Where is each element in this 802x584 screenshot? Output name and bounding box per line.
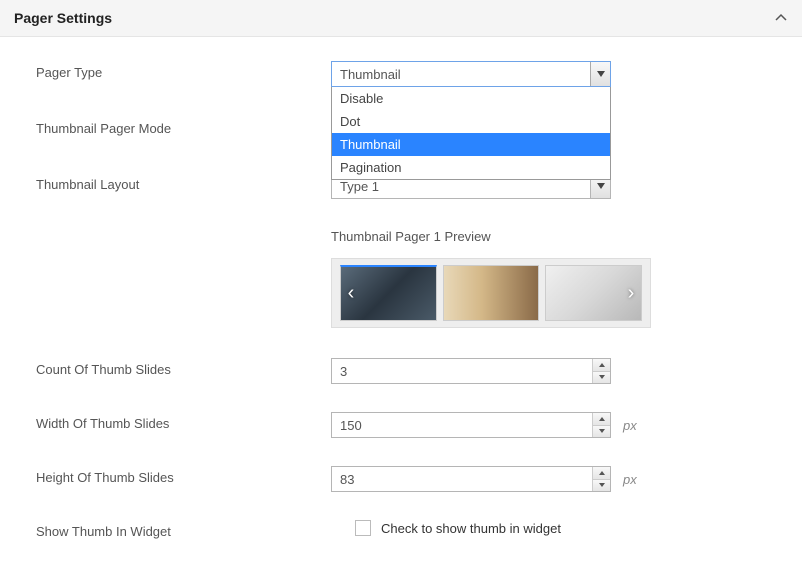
dropdown-toggle-icon[interactable] (590, 62, 610, 86)
panel-title: Pager Settings (14, 10, 112, 26)
row-count: Count Of Thumb Slides (36, 358, 766, 384)
row-preview: Thumbnail Pager 1 Preview ‹ › (36, 229, 766, 328)
row-pager-type: Pager Type Thumbnail Disable Dot Thumbna… (36, 61, 766, 87)
count-spinner (592, 359, 610, 383)
show-widget-checkbox[interactable] (355, 520, 371, 536)
height-input-wrap (331, 466, 611, 492)
pager-type-option-pagination[interactable]: Pagination (332, 156, 610, 179)
width-spin-up[interactable] (593, 413, 610, 426)
chevron-up-icon[interactable] (774, 11, 788, 25)
carousel-next-icon[interactable]: › (622, 280, 640, 306)
label-pager-type: Pager Type (36, 61, 331, 80)
show-widget-text: Check to show thumb in widget (381, 521, 561, 536)
preview-title: Thumbnail Pager 1 Preview (331, 229, 651, 244)
pager-type-option-thumbnail[interactable]: Thumbnail (332, 133, 610, 156)
label-width: Width Of Thumb Slides (36, 412, 331, 431)
pager-type-option-disable[interactable]: Disable (332, 87, 610, 110)
pager-type-select[interactable]: Thumbnail (331, 61, 611, 87)
panel-header[interactable]: Pager Settings (0, 0, 802, 37)
width-spinner (592, 413, 610, 437)
height-spin-down[interactable] (593, 480, 610, 492)
height-input[interactable] (332, 467, 592, 491)
row-show-widget: Show Thumb In Widget Check to show thumb… (36, 520, 766, 546)
count-input[interactable] (332, 359, 592, 383)
height-unit: px (623, 466, 637, 492)
label-count: Count Of Thumb Slides (36, 358, 331, 377)
pager-type-option-dot[interactable]: Dot (332, 110, 610, 133)
width-input-wrap (331, 412, 611, 438)
count-spin-down[interactable] (593, 372, 610, 384)
width-input[interactable] (332, 413, 592, 437)
pager-type-dropdown: Disable Dot Thumbnail Pagination (331, 87, 611, 180)
row-width: Width Of Thumb Slides px (36, 412, 766, 438)
row-height: Height Of Thumb Slides px (36, 466, 766, 492)
count-input-wrap (331, 358, 611, 384)
label-height: Height Of Thumb Slides (36, 466, 331, 485)
label-thumb-mode: Thumbnail Pager Mode (36, 117, 331, 136)
width-unit: px (623, 412, 637, 438)
height-spin-up[interactable] (593, 467, 610, 480)
count-spin-up[interactable] (593, 359, 610, 372)
pager-type-value: Thumbnail (332, 67, 590, 82)
label-show-widget: Show Thumb In Widget (36, 520, 331, 539)
carousel-prev-icon[interactable]: ‹ (342, 280, 360, 306)
preview-thumb-2[interactable] (443, 265, 540, 321)
width-spin-down[interactable] (593, 426, 610, 438)
panel-body: Pager Type Thumbnail Disable Dot Thumbna… (0, 37, 802, 580)
preview-carousel: ‹ › (331, 258, 651, 328)
thumb-layout-value: Type 1 (332, 179, 590, 194)
height-spinner (592, 467, 610, 491)
label-thumb-layout: Thumbnail Layout (36, 173, 331, 192)
thumb-row (338, 265, 644, 321)
